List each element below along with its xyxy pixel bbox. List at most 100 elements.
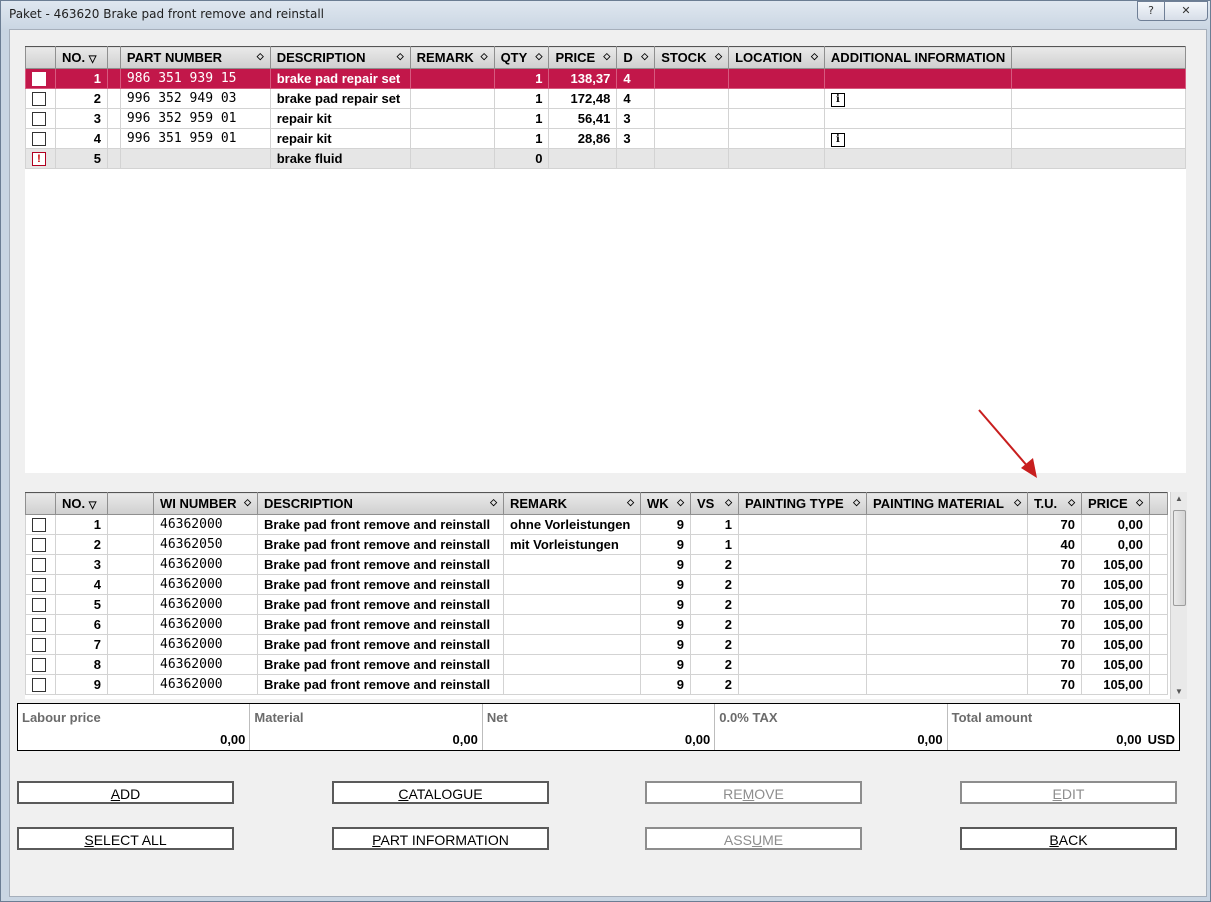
parts-row[interactable]: ! 5 brake fluid 0 — [25, 148, 1186, 169]
labour-cell-check[interactable] — [25, 554, 56, 575]
row-checkbox[interactable] — [32, 598, 46, 613]
labour-col-no[interactable]: NO. ▽ — [55, 492, 108, 515]
parts-cell-additional-info[interactable] — [823, 108, 1013, 129]
part-information-button[interactable]: PART INFORMATION — [332, 827, 549, 850]
catalogue-button[interactable]: CATALOGUE — [332, 781, 549, 804]
labour-cell-check[interactable] — [25, 654, 56, 675]
labour-cell-filler — [1149, 634, 1168, 655]
parts-col-stock[interactable]: STOCK ◇ — [654, 46, 730, 69]
scroll-down-icon[interactable]: ▼ — [1171, 685, 1187, 699]
parts-col-no[interactable]: NO. ▽ — [54, 46, 108, 69]
labour-cell-check[interactable] — [25, 514, 56, 535]
parts-col-qty[interactable]: QTY ◇ — [493, 46, 550, 69]
labour-col-check[interactable] — [25, 492, 56, 515]
labour-cell-check[interactable] — [25, 634, 56, 655]
labour-row[interactable]: 4 46362000 Brake pad front remove and rein… — [25, 574, 1168, 595]
labour-col-remark[interactable]: REMARK ◇ — [503, 492, 641, 515]
labour-cell-vs: 1 — [690, 514, 739, 535]
parts-row[interactable]: 3 996 352 959 01 repair kit 1 56,41 3 — [25, 108, 1186, 129]
labour-cell-check[interactable] — [25, 594, 56, 615]
labour-col-wi-number[interactable]: WI NUMBER ◇ — [153, 492, 258, 515]
parts-col-d[interactable]: D ◇ — [616, 46, 656, 69]
net-cell: Net 0,00 — [483, 704, 716, 750]
parts-cell-check[interactable] — [25, 128, 56, 149]
select-all-button[interactable]: SELECT ALL — [17, 827, 234, 850]
labour-col-price[interactable]: PRICE ◇ — [1081, 492, 1150, 515]
scroll-up-icon[interactable]: ▲ — [1171, 492, 1187, 506]
labour-col-painting-type[interactable]: PAINTING TYPE ◇ — [738, 492, 867, 515]
parts-body: 1 986 351 939 15 brake pad repair set 1 138,… — [25, 68, 1186, 169]
labour-row[interactable]: 3 46362000 Brake pad front remove and rein… — [25, 554, 1168, 575]
labour-grid[interactable]: NO. ▽ WI NUMBER ◇ DESCRIPTION ◇ REMARK ◇ WK… — [25, 492, 1170, 699]
info-icon[interactable]: i — [830, 133, 845, 147]
labour-row[interactable]: 9 46362000 Brake pad front remove and rein… — [25, 674, 1168, 695]
parts-cell-check[interactable]: ! — [25, 148, 56, 169]
row-checkbox[interactable] — [32, 658, 46, 673]
labour-row[interactable]: 8 46362000 Brake pad front remove and rein… — [25, 654, 1168, 675]
row-checkbox[interactable] — [32, 638, 46, 653]
labour-cell-filler — [1149, 654, 1168, 675]
labour-col-wk[interactable]: WK ◇ — [640, 492, 691, 515]
row-checkbox[interactable] — [32, 578, 46, 593]
parts-col-part-number[interactable]: PART NUMBER ◇ — [119, 46, 271, 69]
labour-cell-check[interactable] — [25, 574, 56, 595]
row-checkbox[interactable] — [32, 518, 46, 533]
parts-cell-additional-info[interactable] — [823, 68, 1013, 89]
row-checkbox[interactable] — [32, 72, 46, 87]
labour-cell-filler — [1149, 574, 1168, 595]
labour-col-vs[interactable]: VS ◇ — [690, 492, 739, 515]
labour-scrollbar[interactable]: ▲ ▼ — [1170, 492, 1187, 699]
parts-cell-check[interactable] — [25, 68, 56, 89]
edit-button[interactable]: EDIT — [960, 781, 1177, 804]
parts-col-check[interactable] — [25, 46, 56, 69]
labour-row[interactable]: 1 46362000 Brake pad front remove and rein… — [25, 514, 1168, 535]
tax-label: 0.0% TAX — [719, 710, 778, 725]
parts-cell-check[interactable] — [25, 108, 56, 129]
assume-button[interactable]: ASSUME — [645, 827, 862, 850]
labour-cell-remark — [503, 594, 641, 615]
parts-cell-filler — [1011, 68, 1186, 89]
row-checkbox[interactable] — [32, 618, 46, 633]
parts-row[interactable]: 2 996 352 949 03 brake pad repair set 1 172,… — [25, 88, 1186, 109]
parts-cell-description: brake pad repair set — [269, 68, 411, 89]
parts-cell-check[interactable] — [25, 88, 56, 109]
parts-cell-description: repair kit — [269, 108, 411, 129]
parts-cell-additional-info[interactable] — [823, 148, 1013, 169]
remove-button[interactable]: REMOVE — [645, 781, 862, 804]
labour-cell-painting-material — [866, 574, 1028, 595]
parts-col-price[interactable]: PRICE ◇ — [548, 46, 618, 69]
parts-row[interactable]: 1 986 351 939 15 brake pad repair set 1 138,… — [25, 68, 1186, 89]
back-button[interactable]: BACK — [960, 827, 1177, 850]
parts-row[interactable]: 4 996 351 959 01 repair kit 1 28,86 3 i — [25, 128, 1186, 149]
row-checkbox[interactable] — [32, 558, 46, 573]
labour-row[interactable]: 7 46362000 Brake pad front remove and rein… — [25, 634, 1168, 655]
warning-icon[interactable]: ! — [32, 152, 46, 167]
labour-row[interactable]: 6 46362000 Brake pad front remove and rein… — [25, 614, 1168, 635]
labour-row[interactable]: 5 46362000 Brake pad front remove and rein… — [25, 594, 1168, 615]
close-button[interactable]: ✕ — [1164, 1, 1208, 21]
labour-cell-check[interactable] — [25, 674, 56, 695]
info-icon[interactable]: i — [830, 93, 845, 107]
labour-cell-check[interactable] — [25, 614, 56, 635]
parts-col-additional-info[interactable]: ADDITIONAL INFORMATION — [823, 46, 1013, 69]
row-checkbox[interactable] — [32, 538, 46, 553]
add-button[interactable]: ADD — [17, 781, 234, 804]
row-checkbox[interactable] — [32, 678, 46, 693]
labour-cell-remark: mit Vorleistungen — [503, 534, 641, 555]
parts-col-remark[interactable]: REMARK ◇ — [409, 46, 495, 69]
labour-col-tu[interactable]: T.U. ◇ — [1027, 492, 1082, 515]
parts-col-description[interactable]: DESCRIPTION ◇ — [269, 46, 411, 69]
parts-cell-additional-info[interactable]: i — [823, 128, 1013, 149]
labour-col-description[interactable]: DESCRIPTION ◇ — [257, 492, 504, 515]
row-checkbox[interactable] — [32, 92, 46, 107]
scroll-thumb[interactable] — [1173, 510, 1186, 606]
parts-cell-additional-info[interactable]: i — [823, 88, 1013, 109]
row-checkbox[interactable] — [32, 112, 46, 127]
row-checkbox[interactable] — [32, 132, 46, 147]
parts-col-location[interactable]: LOCATION ◇ — [728, 46, 825, 69]
labour-col-painting-material[interactable]: PAINTING MATERIAL ◇ — [866, 492, 1028, 515]
labour-cell-check[interactable] — [25, 534, 56, 555]
labour-row[interactable]: 2 46362050 Brake pad front remove and rein… — [25, 534, 1168, 555]
help-button[interactable]: ? — [1137, 1, 1165, 21]
parts-cell-part-number — [119, 148, 271, 169]
